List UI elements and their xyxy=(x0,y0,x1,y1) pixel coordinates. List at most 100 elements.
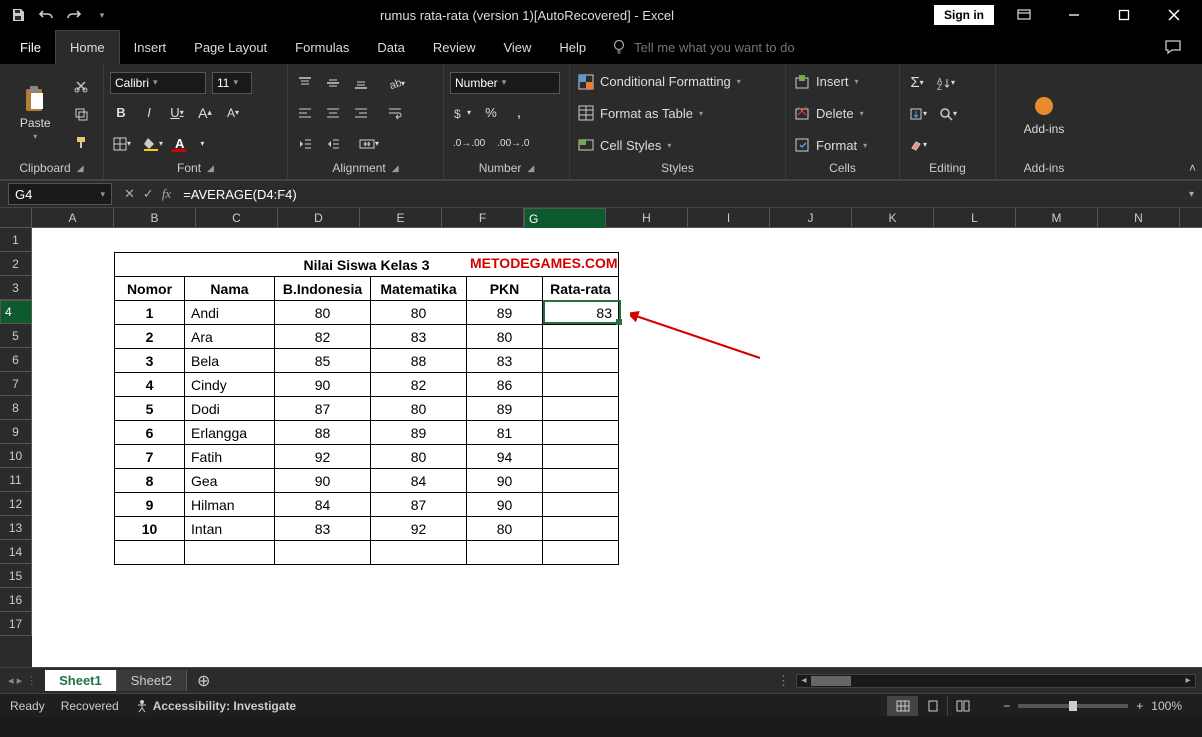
cell-nomor[interactable]: 9 xyxy=(115,493,185,517)
increase-decimal-icon[interactable]: .0→.00 xyxy=(450,132,488,156)
zoom-control[interactable]: − + 100% xyxy=(993,699,1192,713)
cell-rata[interactable] xyxy=(543,469,619,493)
row-header-16[interactable]: 16 xyxy=(0,588,32,612)
cell-bindonesia[interactable]: 82 xyxy=(275,325,371,349)
row-header-9[interactable]: 9 xyxy=(0,420,32,444)
align-middle-icon[interactable] xyxy=(322,71,344,95)
undo-icon[interactable] xyxy=(38,7,54,23)
formula-input[interactable] xyxy=(177,187,1181,202)
cell-nomor[interactable]: 4 xyxy=(115,373,185,397)
wrap-text-icon[interactable] xyxy=(384,101,406,125)
tab-formulas[interactable]: Formulas xyxy=(281,30,363,64)
copy-icon[interactable] xyxy=(70,102,92,126)
row-header-5[interactable]: 5 xyxy=(0,324,32,348)
col-header-K[interactable]: K xyxy=(852,208,934,227)
number-format-select[interactable]: Number▾ xyxy=(450,72,560,94)
merge-center-icon[interactable]: ▾ xyxy=(356,132,382,156)
cell-nama[interactable]: Dodi xyxy=(185,397,275,421)
delete-button[interactable]: Delete▾ xyxy=(792,102,893,124)
cell-bindonesia[interactable]: 87 xyxy=(275,397,371,421)
align-center-icon[interactable] xyxy=(322,101,344,125)
zoom-slider[interactable] xyxy=(1018,704,1128,708)
signin-button[interactable]: Sign in xyxy=(934,5,994,25)
cell-bindonesia[interactable]: 84 xyxy=(275,493,371,517)
cell-rata[interactable] xyxy=(543,349,619,373)
cell-nama[interactable]: Gea xyxy=(185,469,275,493)
tell-me-input[interactable] xyxy=(634,40,894,55)
cell-nama[interactable]: Intan xyxy=(185,517,275,541)
font-name-select[interactable]: Calibri▾ xyxy=(110,72,206,94)
cell-nomor[interactable]: 1 xyxy=(115,301,185,325)
sheet-split-handle[interactable]: ⋮ xyxy=(777,673,790,689)
expand-formula-bar-icon[interactable]: ▾ xyxy=(1181,189,1202,200)
increase-font-icon[interactable]: A▴ xyxy=(194,101,216,125)
cell-nama[interactable]: Erlangga xyxy=(185,421,275,445)
decrease-decimal-icon[interactable]: .00→.0 xyxy=(494,132,532,156)
col-header-L[interactable]: L xyxy=(934,208,1016,227)
addins-button[interactable]: Add-ins xyxy=(1020,88,1068,140)
comments-icon[interactable] xyxy=(1150,30,1196,64)
cell-bindonesia[interactable]: 88 xyxy=(275,421,371,445)
number-dialog-icon[interactable]: ◢ xyxy=(527,163,534,174)
maximize-button[interactable] xyxy=(1104,0,1144,30)
paste-button[interactable]: Paste ▾ xyxy=(11,82,59,145)
minimize-button[interactable] xyxy=(1054,0,1094,30)
cell-nama[interactable]: Fatih xyxy=(185,445,275,469)
horizontal-scrollbar[interactable]: ◂ ▸ xyxy=(796,674,1196,688)
cell-rata[interactable]: 83 xyxy=(543,301,619,325)
conditional-formatting-button[interactable]: Conditional Formatting▾ xyxy=(576,71,779,93)
cell-bindonesia[interactable]: 80 xyxy=(275,301,371,325)
cell-nomor[interactable]: 8 xyxy=(115,469,185,493)
cell-rata[interactable] xyxy=(543,325,619,349)
cell-nomor[interactable]: 3 xyxy=(115,349,185,373)
qat-more-icon[interactable]: ▾ xyxy=(94,7,110,23)
clipboard-dialog-icon[interactable]: ◢ xyxy=(77,163,84,174)
row-header-13[interactable]: 13 xyxy=(0,516,32,540)
sort-filter-icon[interactable]: AZ▾ xyxy=(934,71,958,95)
cell-pkn[interactable]: 90 xyxy=(467,493,543,517)
comma-style-icon[interactable]: , xyxy=(508,101,530,125)
col-header-D[interactable]: D xyxy=(278,208,360,227)
decrease-font-icon[interactable]: A▾ xyxy=(222,101,244,125)
row-header-4[interactable]: 4 xyxy=(0,300,32,324)
col-header-E[interactable]: E xyxy=(360,208,442,227)
col-header-N[interactable]: N xyxy=(1098,208,1180,227)
alignment-dialog-icon[interactable]: ◢ xyxy=(392,163,399,174)
italic-button[interactable]: I xyxy=(138,101,160,125)
cell-nomor[interactable]: 10 xyxy=(115,517,185,541)
cell-nama[interactable]: Cindy xyxy=(185,373,275,397)
font-size-select[interactable]: 11▾ xyxy=(212,72,252,94)
tab-data[interactable]: Data xyxy=(363,30,418,64)
insert-function-icon[interactable]: fx xyxy=(162,186,171,202)
bold-button[interactable]: B xyxy=(110,101,132,125)
row-header-12[interactable]: 12 xyxy=(0,492,32,516)
cell-bindonesia[interactable]: 85 xyxy=(275,349,371,373)
increase-indent-icon[interactable] xyxy=(322,132,344,156)
align-right-icon[interactable] xyxy=(350,101,372,125)
cell-bindonesia[interactable]: 92 xyxy=(275,445,371,469)
font-color-icon[interactable]: A▾ xyxy=(172,132,207,156)
row-header-1[interactable]: 1 xyxy=(0,228,32,252)
row-header-3[interactable]: 3 xyxy=(0,276,32,300)
row-header-6[interactable]: 6 xyxy=(0,348,32,372)
format-painter-icon[interactable] xyxy=(70,130,92,154)
borders-icon[interactable]: ▾ xyxy=(110,132,134,156)
cell-matematika[interactable]: 87 xyxy=(371,493,467,517)
tab-page-layout[interactable]: Page Layout xyxy=(180,30,281,64)
cell-nomor[interactable]: 5 xyxy=(115,397,185,421)
col-header-G[interactable]: G xyxy=(524,208,606,230)
col-header-J[interactable]: J xyxy=(770,208,852,227)
ribbon-display-icon[interactable] xyxy=(1004,0,1044,30)
cell-nama[interactable]: Andi xyxy=(185,301,275,325)
add-sheet-button[interactable]: ⊕ xyxy=(187,671,220,691)
col-header-I[interactable]: I xyxy=(688,208,770,227)
row-header-10[interactable]: 10 xyxy=(0,444,32,468)
cell-pkn[interactable]: 80 xyxy=(467,325,543,349)
cell-matematika[interactable]: 92 xyxy=(371,517,467,541)
name-box[interactable]: G4▾ xyxy=(8,183,112,205)
page-layout-view-icon[interactable] xyxy=(917,696,947,716)
cell-pkn[interactable]: 83 xyxy=(467,349,543,373)
row-header-15[interactable]: 15 xyxy=(0,564,32,588)
cell-matematika[interactable]: 80 xyxy=(371,397,467,421)
row-header-2[interactable]: 2 xyxy=(0,252,32,276)
